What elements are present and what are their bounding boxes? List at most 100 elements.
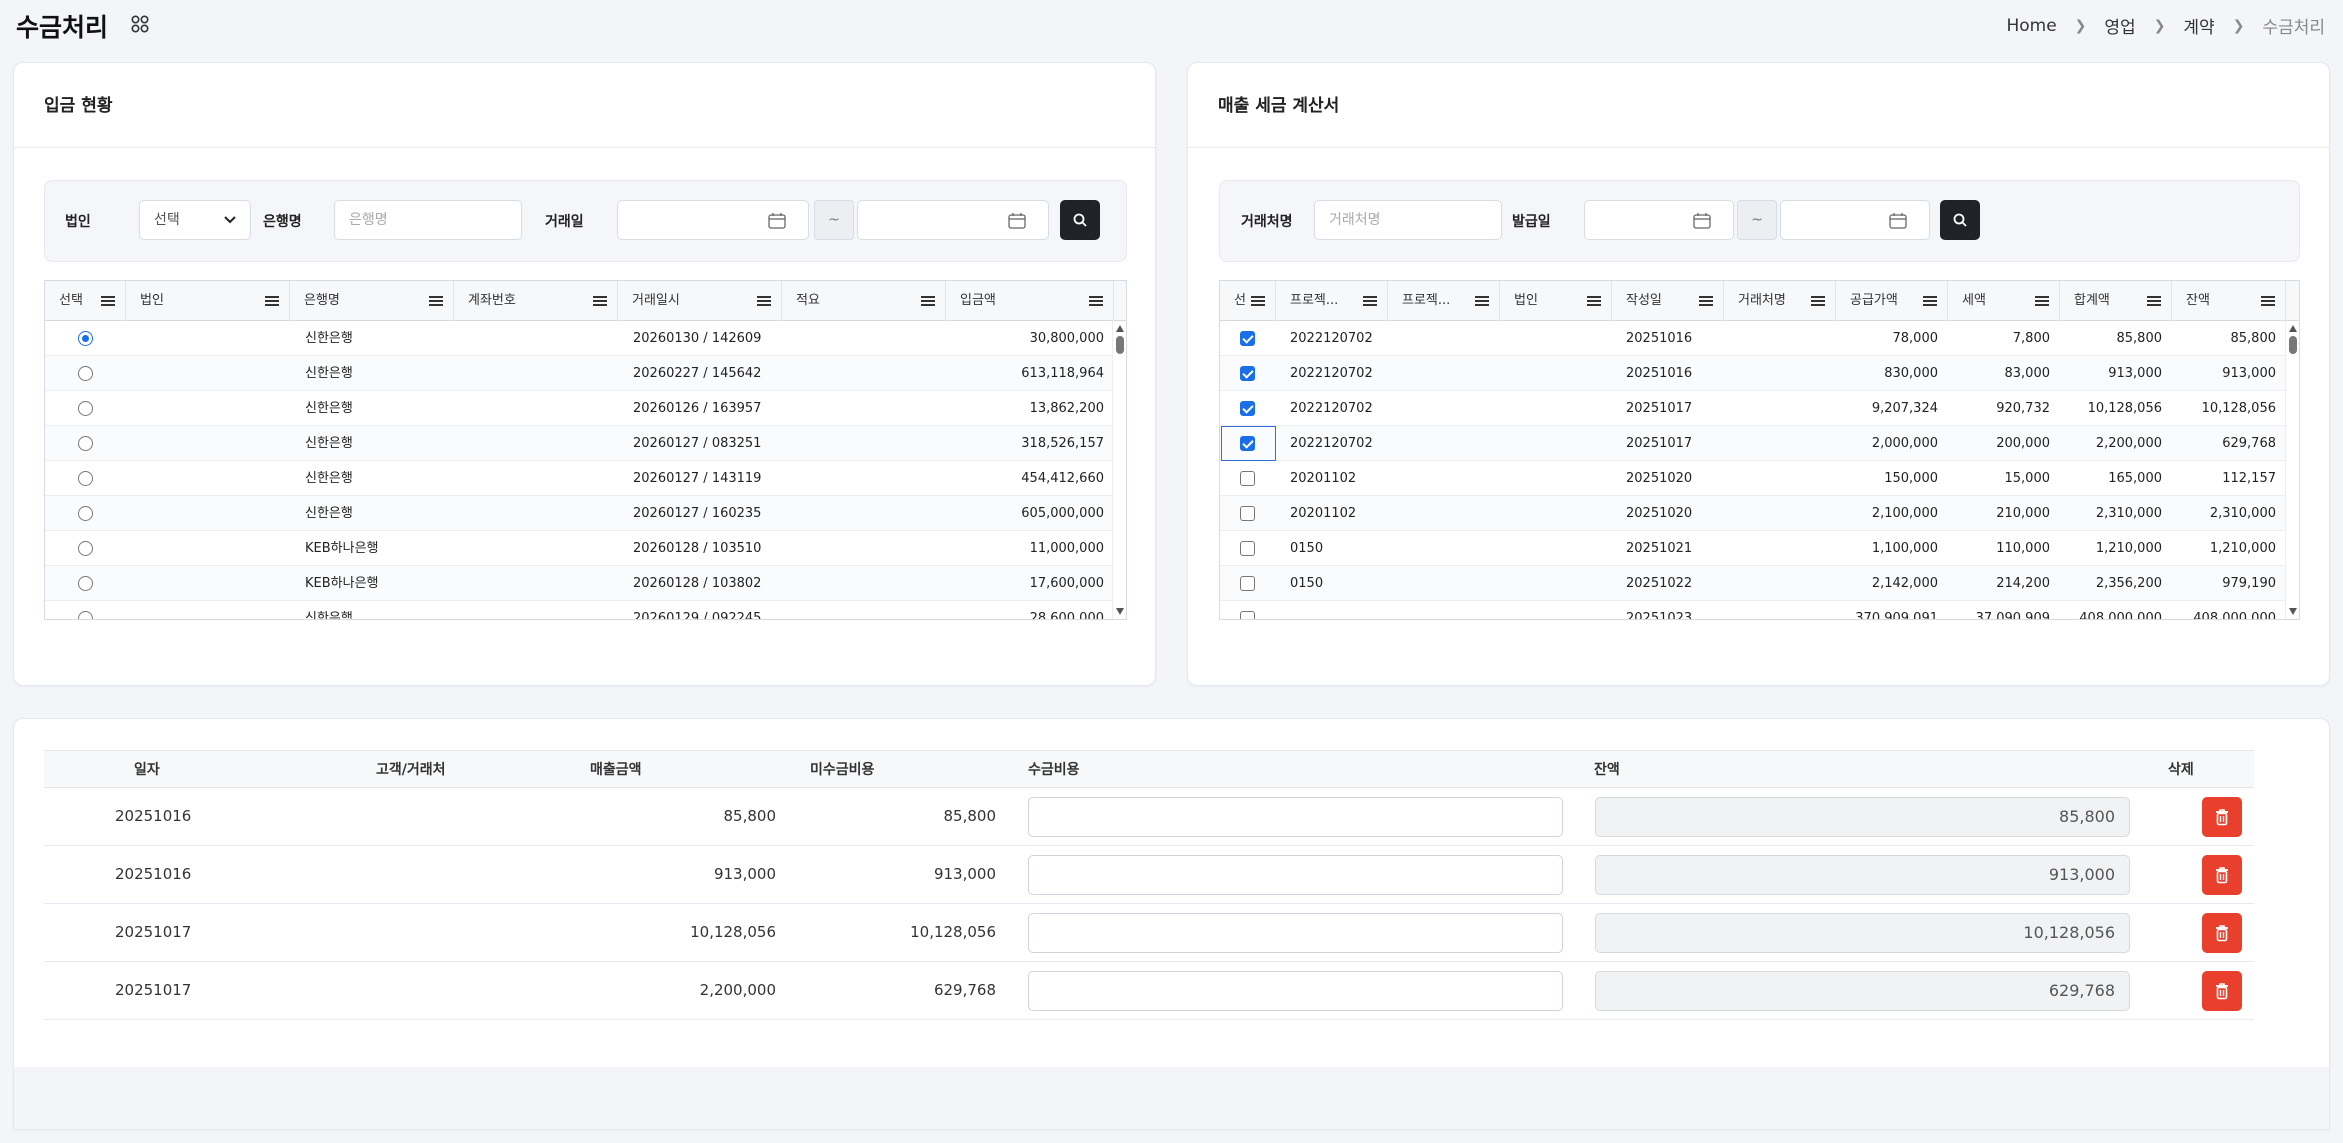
col-account[interactable]: 계좌번호 [454, 281, 618, 321]
row-checkbox[interactable] [1240, 366, 1255, 381]
col-check[interactable]: 선 [1220, 281, 1276, 321]
issue-date-to-input[interactable] [1780, 200, 1930, 240]
column-menu-icon[interactable] [1475, 296, 1489, 306]
row-select-radio[interactable] [78, 331, 93, 346]
table-row[interactable]: 2022120702 20251016 78,000 7,800 85,800 85,80… [1220, 321, 2285, 356]
project-code: 2022120702 [1290, 331, 1373, 346]
calendar-icon[interactable] [1889, 213, 1907, 229]
column-menu-icon[interactable] [1699, 296, 1713, 306]
apps-icon[interactable] [130, 14, 150, 34]
col-corp[interactable]: 법인 [126, 281, 290, 321]
total-amount: 165,000 [2108, 471, 2162, 486]
breadcrumb-home[interactable]: Home [2006, 16, 2056, 36]
column-menu-icon[interactable] [2035, 296, 2049, 306]
row-select-radio[interactable] [78, 506, 93, 521]
column-menu-icon[interactable] [1363, 296, 1377, 306]
column-menu-icon[interactable] [2261, 296, 2275, 306]
collect-amount-input[interactable] [1028, 913, 1563, 953]
row-select-radio[interactable] [78, 576, 93, 591]
row-checkbox[interactable] [1240, 436, 1255, 451]
table-row[interactable]: 신한은행 20260127 / 160235 605,000,000 [45, 496, 1112, 531]
column-menu-icon[interactable] [1587, 296, 1601, 306]
table-row[interactable]: 신한은행 20260127 / 083251 318,526,157 [45, 426, 1112, 461]
row-checkbox[interactable] [1240, 541, 1255, 556]
column-menu-icon[interactable] [757, 296, 771, 306]
table-row[interactable]: 0150 20251022 2,142,000 214,200 2,356,200 979… [1220, 566, 2285, 601]
column-menu-icon[interactable] [593, 296, 607, 306]
breadcrumb-current: 수금처리 [2262, 18, 2325, 38]
calendar-icon[interactable] [1693, 213, 1711, 229]
row-checkbox[interactable] [1240, 611, 1255, 619]
collect-amount-input[interactable] [1028, 971, 1563, 1011]
issue-date-from-input[interactable] [1584, 200, 1734, 240]
calendar-icon[interactable] [1008, 213, 1026, 229]
row-checkbox[interactable] [1240, 471, 1255, 486]
column-menu-icon[interactable] [921, 296, 935, 306]
col-amount[interactable]: 입금액 [946, 281, 1114, 321]
row-select-radio[interactable] [78, 436, 93, 451]
table-row[interactable]: 신한은행 20260126 / 163957 13,862,200 [45, 391, 1112, 426]
col-write-date[interactable]: 작성일 [1612, 281, 1724, 321]
row-select-radio[interactable] [78, 366, 93, 381]
table-row[interactable]: 20201102 20251020 150,000 15,000 165,000 112,… [1220, 461, 2285, 496]
table-row[interactable]: 0150 20251021 1,100,000 110,000 1,210,000 1,2… [1220, 531, 2285, 566]
column-menu-icon[interactable] [429, 296, 443, 306]
date-from-input[interactable] [617, 200, 809, 240]
delete-button[interactable] [2202, 797, 2242, 837]
delete-button[interactable] [2202, 971, 2242, 1011]
collect-amount-input[interactable] [1028, 797, 1563, 837]
row-checkbox[interactable] [1240, 331, 1255, 346]
column-menu-icon[interactable] [1923, 296, 1937, 306]
table-row[interactable]: 2022120702 20251016 830,000 83,000 913,000 91… [1220, 356, 2285, 391]
col-supply[interactable]: 공급가액 [1836, 281, 1948, 321]
table-row[interactable]: KEB하나은행 20260128 / 103802 17,600,000 [45, 566, 1112, 601]
row-select-radio[interactable] [78, 611, 93, 619]
column-menu-icon[interactable] [1811, 296, 1825, 306]
col-tax[interactable]: 세액 [1948, 281, 2060, 321]
delete-button[interactable] [2202, 913, 2242, 953]
deposit-search-button[interactable] [1060, 200, 1100, 240]
column-menu-icon[interactable] [265, 296, 279, 306]
breadcrumb-sales[interactable]: 영업 [2104, 13, 2135, 38]
col-select[interactable]: 선택 [45, 281, 126, 321]
col-project-2[interactable]: 프로젝... [1388, 281, 1500, 321]
col-balance[interactable]: 잔액 [2172, 281, 2286, 321]
date-to-input[interactable] [857, 200, 1049, 240]
corp-select[interactable]: 선택 [139, 200, 251, 240]
table-row[interactable]: 신한은행 20260127 / 143119 454,412,660 [45, 461, 1112, 496]
col-project-1[interactable]: 프로젝... [1276, 281, 1388, 321]
collect-amount-input[interactable] [1028, 855, 1563, 895]
row-select-radio[interactable] [78, 471, 93, 486]
table-row[interactable]: 신한은행 20260130 / 142609 30,800,000 [45, 321, 1112, 356]
row-select-radio[interactable] [78, 401, 93, 416]
table-row[interactable]: 20251023 370,909,091 37,090,909 408,000,000… [1220, 601, 2285, 619]
col-bank[interactable]: 은행명 [290, 281, 454, 321]
col-datetime[interactable]: 거래일시 [618, 281, 782, 321]
column-menu-icon[interactable] [1089, 296, 1103, 306]
table-row[interactable]: 신한은행 20260227 / 145642 613,118,964 [45, 356, 1112, 391]
row-checkbox[interactable] [1240, 576, 1255, 591]
row-select-radio[interactable] [78, 541, 93, 556]
delete-button[interactable] [2202, 855, 2242, 895]
table-row[interactable]: 2022120702 20251017 9,207,324 920,732 10,128… [1220, 391, 2285, 426]
invoice-search-button[interactable] [1940, 200, 1980, 240]
bank-input[interactable]: 은행명 [334, 200, 522, 240]
column-menu-icon[interactable] [2147, 296, 2161, 306]
table-row[interactable]: 20201102 20251020 2,100,000 210,000 2,310,00… [1220, 496, 2285, 531]
table-row[interactable]: 신한은행 20260129 / 092245 28,600,000 [45, 601, 1112, 619]
deposit-scrollbar[interactable] [1112, 321, 1126, 619]
column-menu-icon[interactable] [101, 296, 115, 306]
table-row[interactable]: 2022120702 20251017 2,000,000 200,000 2,200,… [1220, 426, 2285, 461]
breadcrumb-contract[interactable]: 계약 [2183, 13, 2214, 38]
row-checkbox[interactable] [1240, 506, 1255, 521]
column-menu-icon[interactable] [1251, 296, 1265, 306]
col-corp[interactable]: 법인 [1500, 281, 1612, 321]
row-checkbox[interactable] [1240, 401, 1255, 416]
client-input[interactable]: 거래처명 [1314, 200, 1502, 240]
invoice-scrollbar[interactable] [2285, 321, 2299, 619]
calendar-icon[interactable] [768, 213, 786, 229]
col-client[interactable]: 거래처명 [1724, 281, 1836, 321]
col-memo[interactable]: 적요 [782, 281, 946, 321]
table-row[interactable]: KEB하나은행 20260128 / 103510 11,000,000 [45, 531, 1112, 566]
col-total[interactable]: 합계액 [2060, 281, 2172, 321]
